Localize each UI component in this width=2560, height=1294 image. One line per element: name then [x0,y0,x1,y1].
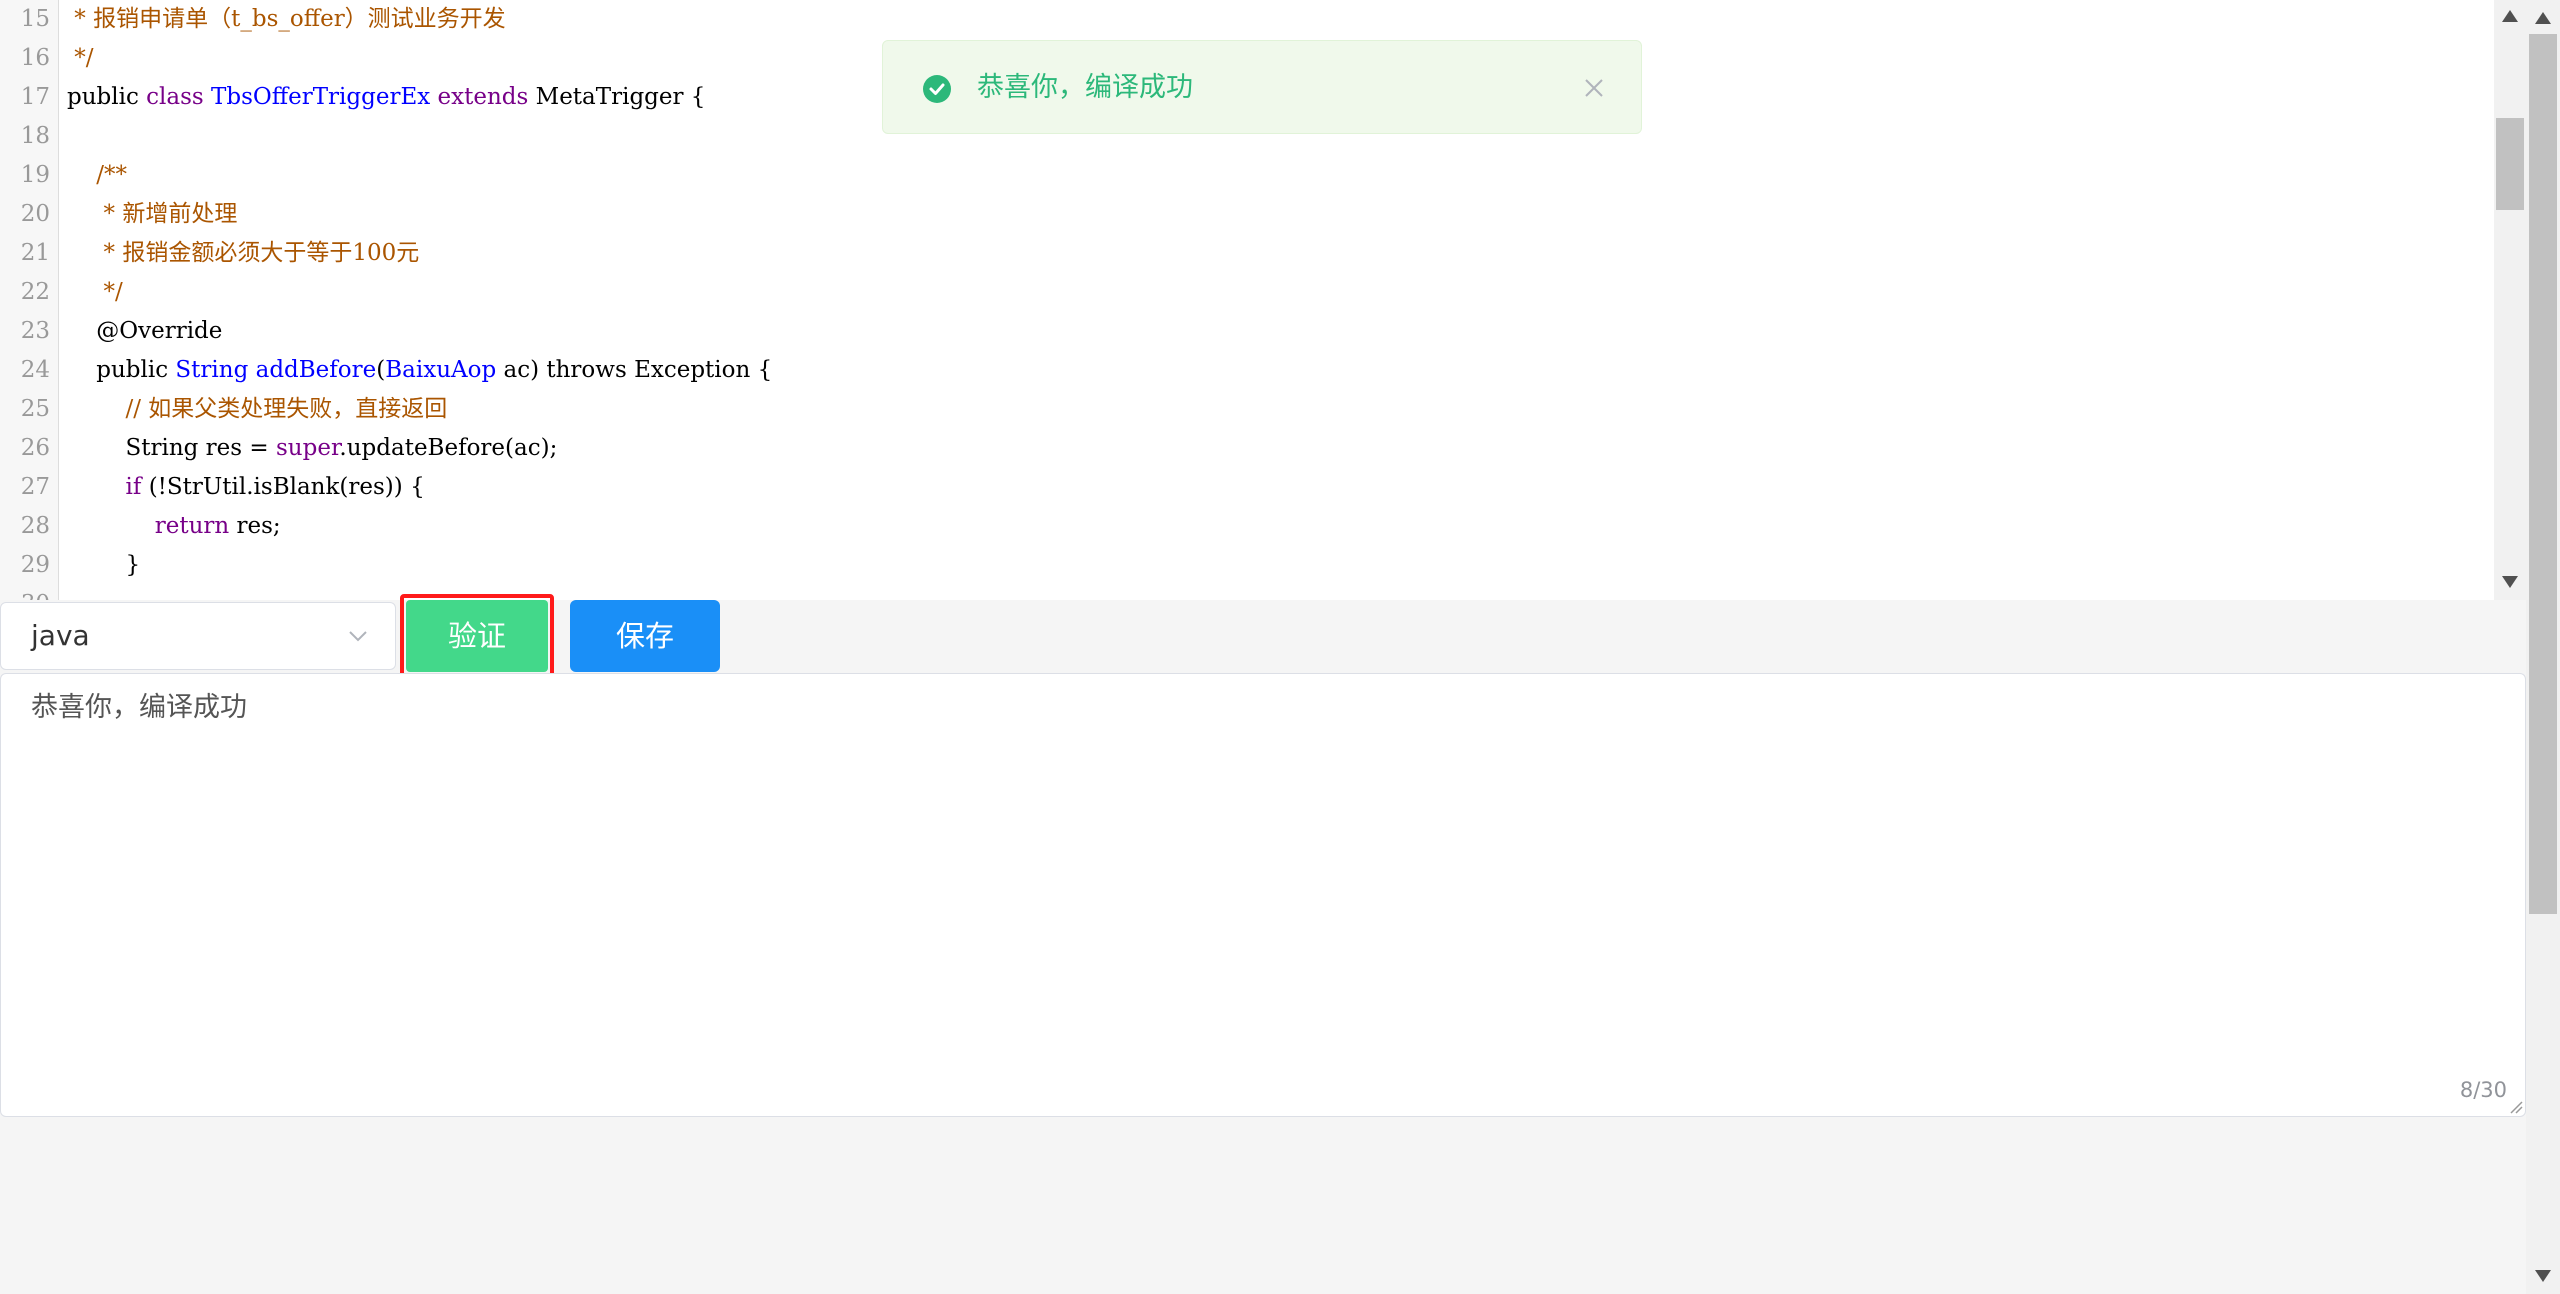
code-line[interactable]: 25 // 如果父类处理失败，直接返回 [0,390,2494,429]
language-select[interactable]: java [0,602,396,670]
code-token: @Override [67,318,223,344]
code-token: .updateBefore(ac); [339,435,558,461]
scroll-up-arrow-icon[interactable] [2502,10,2518,22]
code-line[interactable]: 28 return res; [0,507,2494,546]
line-number: 17 [20,84,50,110]
code-line[interactable]: 15 * 报销申请单（t_bs_offer）测试业务开发 [0,0,2494,39]
code-token: if [125,474,149,500]
output-text: 恭喜你，编译成功 [31,692,247,723]
code-token: return [154,513,237,539]
code-text: /** [67,156,127,195]
code-token: (!StrUtil.isBlank(res)) { [148,474,425,500]
toast-message: 恭喜你，编译成功 [977,72,1193,103]
code-text: // 如果父类处理失败，直接返回 [67,390,447,429]
character-counter: 8/30 [2459,1078,2507,1102]
code-text: * 报销申请单（t_bs_offer）测试业务开发 [67,0,506,39]
code-line[interactable]: 30 [0,585,2494,600]
close-icon[interactable] [1579,73,1609,103]
code-token: public [67,84,147,110]
code-token: TbsOfferTriggerEx [211,84,438,110]
code-line[interactable]: 26 String res = super.updateBefore(ac); [0,429,2494,468]
code-token: */ [67,279,123,305]
code-text: String res = super.updateBefore(ac); [67,429,557,468]
code-text: * 报销金额必须大于等于100元 [67,234,420,273]
code-text: @Override [67,312,222,351]
line-number: 16 [20,45,50,71]
line-number: 19 [20,162,50,188]
scroll-down-arrow-icon[interactable] [2502,576,2518,588]
code-text: if (!StrUtil.isBlank(res)) { [67,468,425,507]
code-line[interactable]: 27 if (!StrUtil.isBlank(res)) { [0,468,2494,507]
page-scrollbar[interactable] [2526,0,2560,1294]
chevron-down-icon [349,631,367,642]
line-number: 24 [20,357,50,383]
code-token: BaixuAop [385,357,504,383]
line-number: 26 [20,435,50,461]
code-token: * 报销申请单（t_bs_offer）测试业务开发 [67,6,506,32]
scroll-down-arrow-icon[interactable] [2535,1270,2551,1282]
code-text: */ [67,273,123,312]
code-text: */ [67,39,94,78]
code-line[interactable]: 29 } [0,546,2494,585]
code-token: class [146,84,212,110]
success-toast: 恭喜你，编译成功 [882,40,1642,134]
line-number: 23 [20,318,50,344]
code-token: extends [437,84,536,110]
code-token: * 报销金额必须大于等于100元 [67,240,420,266]
editor-scrollbar[interactable] [2494,0,2526,600]
code-text: public class TbsOfferTriggerEx extends M… [67,78,705,117]
code-token: String res = [67,435,276,461]
line-number: 30 [0,585,50,600]
code-token: // 如果父类处理失败，直接返回 [67,396,448,422]
code-token: } [67,552,141,578]
code-token: /** [67,162,127,188]
page-scrollbar-thumb[interactable] [2529,34,2557,914]
code-token: ac) throws Exception { [503,357,773,383]
check-circle-icon [923,75,951,103]
verify-button[interactable]: 验证 [406,600,548,672]
line-number: 29 [20,552,50,578]
code-text: * 新增前处理 [67,195,238,234]
code-token: public [67,357,176,383]
scroll-up-arrow-icon[interactable] [2535,12,2551,24]
code-line[interactable]: 20 * 新增前处理 [0,195,2494,234]
code-token: String [175,357,256,383]
code-line[interactable]: 22 */ [0,273,2494,312]
line-number: 28 [20,513,50,539]
code-token: super [276,435,340,461]
code-text: public String addBefore(BaixuAop ac) thr… [67,351,772,390]
editor-scrollbar-thumb[interactable] [2496,118,2524,210]
save-button[interactable]: 保存 [570,600,720,672]
line-number: 22 [20,279,50,305]
line-number: 15 [20,6,50,32]
resize-handle-icon[interactable] [2509,1100,2523,1114]
code-line[interactable]: 24 public String addBefore(BaixuAop ac) … [0,351,2494,390]
line-number: 25 [20,396,50,422]
code-text: return res; [67,507,281,546]
output-textarea[interactable]: 恭喜你，编译成功 8/30 [0,673,2526,1117]
code-token: res; [236,513,281,539]
line-number: 27 [20,474,50,500]
line-number: 20 [20,201,50,227]
toolbar: java [0,600,2494,672]
language-select-value: java [31,619,90,652]
code-token: * 新增前处理 [67,201,238,227]
line-number: 21 [20,240,50,266]
code-line[interactable]: 19 /** [0,156,2494,195]
code-line[interactable]: 21 * 报销金额必须大于等于100元 [0,234,2494,273]
code-token: MetaTrigger { [535,84,706,110]
line-number: 18 [20,123,50,149]
code-line[interactable]: 23 @Override [0,312,2494,351]
code-text: } [67,546,140,585]
code-token: addBefore [255,357,377,383]
code-token: */ [67,45,94,71]
code-token: ( [376,357,386,383]
